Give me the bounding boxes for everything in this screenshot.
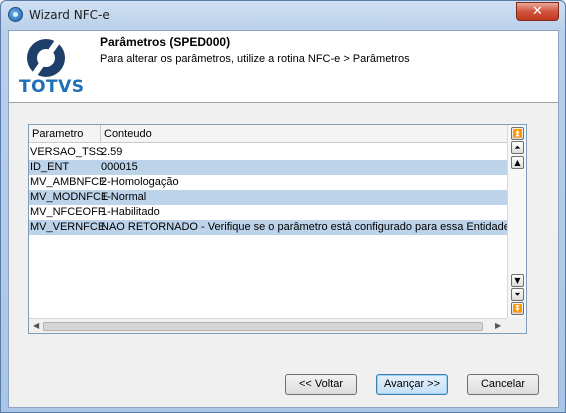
next-button-label: Avançar >>	[383, 378, 441, 390]
table-row[interactable]: MV_MODNFCE 1-Normal	[29, 190, 507, 205]
cell-parametro: VERSAO_TSS	[30, 146, 104, 158]
column-separator[interactable]	[100, 125, 101, 143]
cell-conteudo: NAO RETORNADO - Verifique se o parâmetro…	[101, 221, 507, 233]
cancel-button-label: Cancelar	[480, 378, 526, 390]
cancel-button[interactable]: Cancelar	[467, 374, 539, 395]
cell-conteudo: 2-Homologação	[101, 176, 179, 188]
grid-header: Parametro Conteudo	[29, 125, 507, 143]
cell-conteudo: 1-Normal	[101, 191, 147, 203]
next-button[interactable]: Avançar >>	[376, 374, 448, 395]
scroll-left-icon[interactable]: ◀	[33, 321, 39, 330]
parameters-grid[interactable]: Parametro Conteudo VERSAO_TSS 2.59 ID_EN…	[28, 124, 527, 334]
wizard-window: Wizard NFC-e ✕ TOTVS Parâmetros (SPED000…	[0, 0, 566, 413]
page-title: Parâmetros (SPED000)	[100, 35, 231, 49]
column-header-conteudo[interactable]: Conteudo	[104, 128, 152, 140]
scroll-top-icon[interactable]: ⏫	[511, 127, 524, 140]
app-icon	[8, 7, 23, 22]
cell-conteudo: 2.59	[101, 146, 123, 158]
scroll-page-up-icon[interactable]: ⏶	[511, 141, 524, 154]
scroll-bottom-icon[interactable]: ⏬	[511, 302, 524, 315]
cell-parametro: MV_AMBNFCE	[30, 176, 107, 188]
back-button[interactable]: << Voltar	[285, 374, 357, 395]
horizontal-scrollbar[interactable]: ◀ ▶	[29, 318, 507, 333]
title-bar[interactable]: Wizard NFC-e ✕	[1, 1, 565, 29]
totvs-logo-icon	[27, 39, 65, 77]
scrollbar-corner	[507, 318, 526, 333]
wizard-client-area: TOTVS Parâmetros (SPED000) Para alterar …	[8, 30, 559, 408]
cell-parametro: MV_NFCEOFF	[30, 206, 105, 218]
logo-text: TOTVS	[19, 77, 85, 97]
window-title: Wizard NFC-e	[29, 8, 110, 22]
cell-parametro: MV_VERNFCE	[30, 221, 106, 233]
table-row[interactable]: MV_NFCEOFF 1-Habilitado	[29, 205, 507, 220]
horizontal-scroll-thumb[interactable]	[43, 322, 483, 331]
back-button-label: << Voltar	[298, 378, 344, 390]
cell-conteudo: 1-Habilitado	[101, 206, 160, 218]
scroll-right-icon[interactable]: ▶	[495, 321, 501, 330]
scroll-up-icon[interactable]: ▲	[511, 156, 524, 169]
table-row[interactable]: VERSAO_TSS 2.59	[29, 145, 507, 160]
wizard-header: TOTVS Parâmetros (SPED000) Para alterar …	[9, 31, 558, 103]
table-row[interactable]: ID_ENT 000015	[29, 160, 507, 175]
page-subtitle: Para alterar os parâmetros, utilize a ro…	[100, 53, 410, 65]
scroll-down-icon[interactable]: ▼	[511, 274, 524, 287]
scroll-page-down-icon[interactable]: ⏷	[511, 288, 524, 301]
cell-conteudo: 000015	[101, 161, 138, 173]
totvs-logo: TOTVS	[19, 39, 84, 97]
cell-parametro: MV_MODNFCE	[30, 191, 109, 203]
column-header-parametro[interactable]: Parametro	[32, 128, 83, 140]
table-row[interactable]: MV_VERNFCE NAO RETORNADO - Verifique se …	[29, 220, 507, 235]
vertical-scrollbar[interactable]: ⏫ ⏶ ▲ ▼ ⏷ ⏬	[507, 125, 526, 319]
close-button[interactable]: ✕	[516, 2, 559, 21]
table-row[interactable]: MV_AMBNFCE 2-Homologação	[29, 175, 507, 190]
cell-parametro: ID_ENT	[30, 161, 70, 173]
